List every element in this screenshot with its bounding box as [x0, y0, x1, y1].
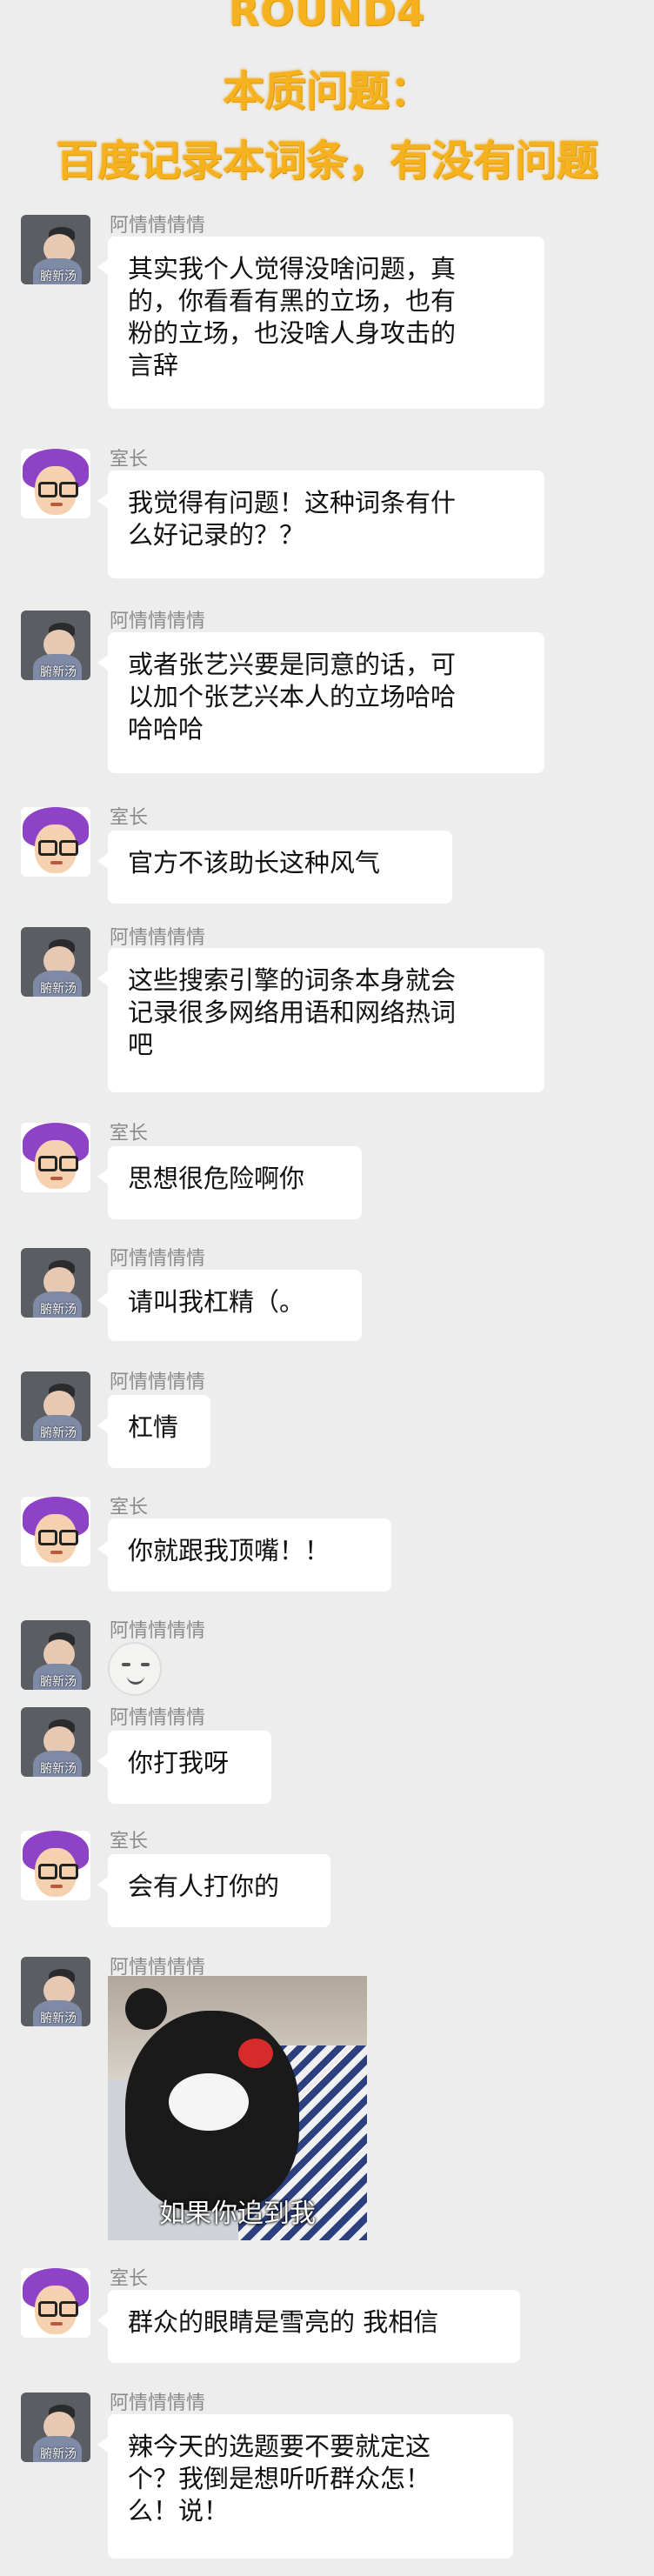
sender-name: 室长 — [110, 449, 149, 470]
avatar-shizhang[interactable] — [21, 1123, 90, 1192]
sender-name: 室长 — [110, 2268, 149, 2290]
avatar-aqing[interactable]: 腑新汤 — [21, 215, 90, 284]
sender-name: 阿情情情情 — [110, 927, 206, 949]
message-bubble[interactable]: 杠情 — [97, 1395, 210, 1468]
avatar-shizhang[interactable] — [21, 1831, 90, 1900]
avatar-aqing[interactable]: 腑新汤 — [21, 1957, 90, 2026]
avatar-aqing[interactable]: 腑新汤 — [21, 2392, 90, 2462]
avatar-shizhang[interactable] — [21, 2268, 90, 2338]
question-title: 百度记录本词条，有没有问题 — [55, 137, 598, 185]
avatar-aqing[interactable]: 腑新汤 — [21, 1707, 90, 1777]
sender-name: 室长 — [110, 1831, 149, 1852]
sender-name: 阿情情情情 — [110, 2392, 206, 2414]
message-bubble[interactable]: 会有人打你的 — [97, 1854, 330, 1927]
message-bubble[interactable]: 思想很危险啊你 — [97, 1146, 362, 1219]
message-bubble[interactable]: 官方不该助长这种风气 — [97, 831, 452, 904]
round-title: ROUND4 — [228, 0, 426, 35]
round-header: ROUND4 本质问题： 百度记录本词条，有没有问题 — [0, 0, 654, 187]
message-bubble[interactable]: 其实我个人觉得没啥问题，真 的，你看看有黑的立场，也有 粉的立场，也没啥人身攻击的言… — [97, 237, 544, 409]
sender-name: 阿情情情情 — [110, 611, 206, 632]
kumamon-meme-image[interactable]: 如果你追到我 — [108, 1976, 367, 2240]
avatar-aqing[interactable]: 腑新汤 — [21, 1248, 90, 1318]
message-bubble[interactable]: 我觉得有问题！这种词条有什 么好记录的？？ — [97, 470, 544, 578]
message-bubble[interactable]: 这些搜索引擎的词条本身就会 记录很多网络用语和网络热词吧 — [97, 948, 544, 1092]
sender-name: 阿情情情情 — [110, 1707, 206, 1729]
message-bubble[interactable]: 请叫我杠精（。 — [97, 1270, 362, 1341]
avatar-shizhang[interactable] — [21, 1497, 90, 1566]
sender-name: 阿情情情情 — [110, 215, 206, 237]
sender-name: 阿情情情情 — [110, 1248, 206, 1270]
message-bubble[interactable]: 你打我呀 — [97, 1731, 271, 1804]
sender-name: 阿情情情情 — [110, 1371, 206, 1393]
sender-name: 室长 — [110, 807, 149, 829]
message-bubble[interactable]: 辣今天的选题要不要就定这 个？我倒是想听听群众怎！ 么！说！ — [97, 2414, 513, 2559]
avatar-aqing[interactable]: 腑新汤 — [21, 1620, 90, 1690]
avatar-aqing[interactable]: 腑新汤 — [21, 1371, 90, 1441]
message-bubble[interactable]: 或者张艺兴要是同意的话，可 以加个张艺兴本人的立场哈哈 哈哈哈 — [97, 632, 544, 773]
avatar-shizhang[interactable] — [21, 449, 90, 518]
message-bubble[interactable]: 你就跟我顶嘴！！ — [97, 1518, 391, 1592]
sender-name: 室长 — [110, 1123, 149, 1145]
avatar-aqing[interactable]: 腑新汤 — [21, 927, 90, 997]
sender-name: 室长 — [110, 1497, 149, 1518]
avatar-aqing[interactable]: 腑新汤 — [21, 611, 90, 680]
sender-name: 阿情情情情 — [110, 1620, 206, 1642]
smirk-face-sticker[interactable] — [108, 1642, 162, 1696]
image-caption: 如果你追到我 — [159, 2199, 316, 2229]
section-title: 本质问题： — [222, 67, 431, 116]
message-bubble[interactable]: 群众的眼睛是雪亮的 我相信 — [97, 2290, 520, 2363]
avatar-shizhang[interactable] — [21, 807, 90, 877]
